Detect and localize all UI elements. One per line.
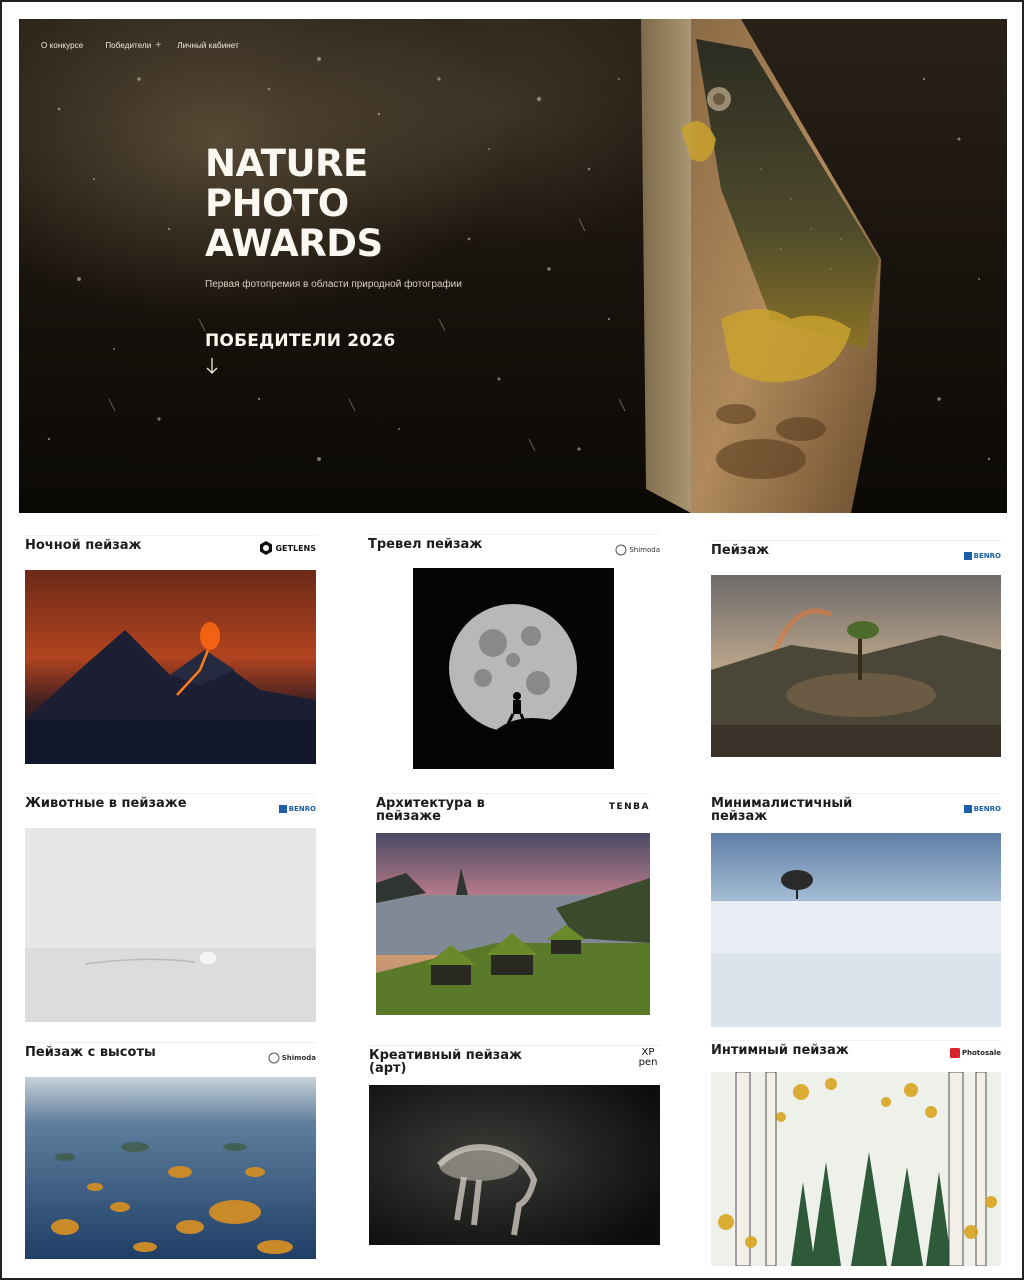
card-header: Пейзаж с высоты Shimoda [25, 1042, 316, 1072]
card-header: Животные в пейзаже BENRO [25, 793, 316, 823]
winner-photo[interactable] [25, 570, 316, 764]
benro-logo-icon [963, 805, 972, 813]
category-card[interactable]: Пейзаж BENRO [711, 540, 1001, 760]
sponsor-name: BENRO [288, 805, 316, 813]
moon-photo [413, 568, 614, 769]
photosale-logo-icon [949, 1048, 960, 1058]
category-title: Ночной пейзаж [25, 538, 142, 553]
category-title: Пейзаж [711, 543, 770, 558]
hero-title-line: NATURE [205, 142, 368, 185]
arrow-down-icon[interactable] [205, 357, 219, 375]
trophy-image [641, 19, 881, 513]
hero-banner: О конкурсе Победители + Личный кабинет N… [19, 19, 1007, 513]
winner-photo[interactable] [711, 833, 1001, 1027]
getlens-logo-icon [260, 541, 273, 555]
horse-blur-photo [369, 1085, 660, 1245]
winner-photo[interactable] [369, 1085, 660, 1245]
sponsor-logo: BENRO [278, 801, 316, 817]
benro-logo-icon [278, 805, 287, 813]
sponsor-logo: GETLENS [259, 540, 316, 556]
nav-winners-plus-icon[interactable]: + [155, 40, 161, 51]
sponsor-logo: BENRO [963, 801, 1001, 817]
arctic-fox-photo [25, 828, 316, 1022]
sponsor-logo: Shimoda [268, 1050, 316, 1066]
card-header: Тревел пейзаж Shimoda [368, 534, 660, 564]
hero-title-line: AWARDS [205, 222, 383, 265]
card-header: Креативный пейзаж (арт) XP pen [369, 1045, 660, 1081]
category-title: Креативный пейзаж (арт) [369, 1048, 522, 1076]
category-title: Тревел пейзаж [368, 537, 483, 552]
winner-photo[interactable] [711, 1072, 1001, 1266]
category-title: Минималистичный пейзаж [711, 796, 853, 824]
winner-photo[interactable] [25, 1077, 316, 1259]
category-card[interactable]: Минималистичный пейзаж BENRO [711, 793, 1001, 1027]
landscape-photo [711, 575, 1001, 757]
top-nav: О конкурсе Победители + Личный кабинет [41, 40, 239, 51]
card-header: Пейзаж BENRO [711, 540, 1001, 570]
hero-title-line: PHOTO [205, 182, 349, 225]
sponsor-name: TENBA [608, 802, 650, 812]
shimoda-logo-icon [615, 544, 627, 556]
category-card[interactable]: Креативный пейзаж (арт) XP pen [369, 1045, 660, 1247]
sponsor-name: Shimoda [281, 1054, 316, 1062]
sponsor-logo: BENRO [963, 548, 1001, 564]
hero-title: NATURE PHOTO AWARDS [205, 144, 383, 264]
sponsor-name: XP pen [638, 1047, 658, 1068]
category-card[interactable]: Животные в пейзаже BENRO [25, 793, 316, 1023]
sponsor-logo: Shimoda [615, 542, 660, 558]
card-header: Минималистичный пейзаж BENRO [711, 793, 1001, 829]
birch-forest-photo [711, 1072, 1001, 1266]
category-title: Интимный пейзаж [711, 1043, 849, 1058]
winners-2026-link[interactable]: ПОБЕДИТЕЛИ 2026 [205, 331, 395, 351]
sponsor-name: Photosale [961, 1049, 1001, 1057]
volcano-photo [25, 570, 316, 764]
aerial-islands-photo [25, 1077, 316, 1259]
card-header: Архитектура в пейзаже TENBA [376, 793, 650, 829]
card-header: Интимный пейзаж Photosale [711, 1040, 1001, 1070]
winner-photo[interactable] [413, 568, 614, 769]
category-card[interactable]: Интимный пейзаж Photosale [711, 1040, 1001, 1268]
shimoda-logo-icon [268, 1052, 280, 1064]
sponsor-logo: TENBA [609, 799, 650, 815]
hero-subtitle: Первая фотопремия в области природной фо… [205, 279, 462, 290]
sponsor-logo: XP pen [636, 1047, 660, 1068]
nav-winners[interactable]: Победители [105, 41, 151, 50]
sponsor-name: BENRO [973, 552, 1001, 560]
fjord-houses-photo [376, 833, 650, 1015]
nav-about[interactable]: О конкурсе [41, 41, 83, 50]
winner-photo[interactable] [25, 828, 316, 1022]
category-card[interactable]: Ночной пейзаж GETLENS [25, 535, 316, 765]
sponsor-logo: Photosale [949, 1045, 1001, 1061]
category-card[interactable]: Тревел пейзаж Shimoda [368, 534, 660, 770]
nav-account[interactable]: Личный кабинет [177, 41, 239, 50]
sponsor-name: BENRO [973, 805, 1001, 813]
category-title: Архитектура в пейзаже [376, 796, 485, 824]
lone-tree-photo [711, 833, 1001, 1027]
category-card[interactable]: Пейзаж с высоты Shimoda [25, 1042, 316, 1260]
sponsor-name: GETLENS [275, 543, 316, 553]
category-title: Пейзаж с высоты [25, 1045, 156, 1060]
sponsor-name: Shimoda [629, 546, 660, 554]
card-header: Ночной пейзаж GETLENS [25, 535, 316, 565]
benro-logo-icon [963, 552, 972, 560]
category-title: Животные в пейзаже [25, 796, 187, 811]
winner-photo[interactable] [376, 833, 650, 1015]
winner-photo[interactable] [711, 575, 1001, 757]
category-card[interactable]: Архитектура в пейзаже TENBA [376, 793, 650, 1015]
